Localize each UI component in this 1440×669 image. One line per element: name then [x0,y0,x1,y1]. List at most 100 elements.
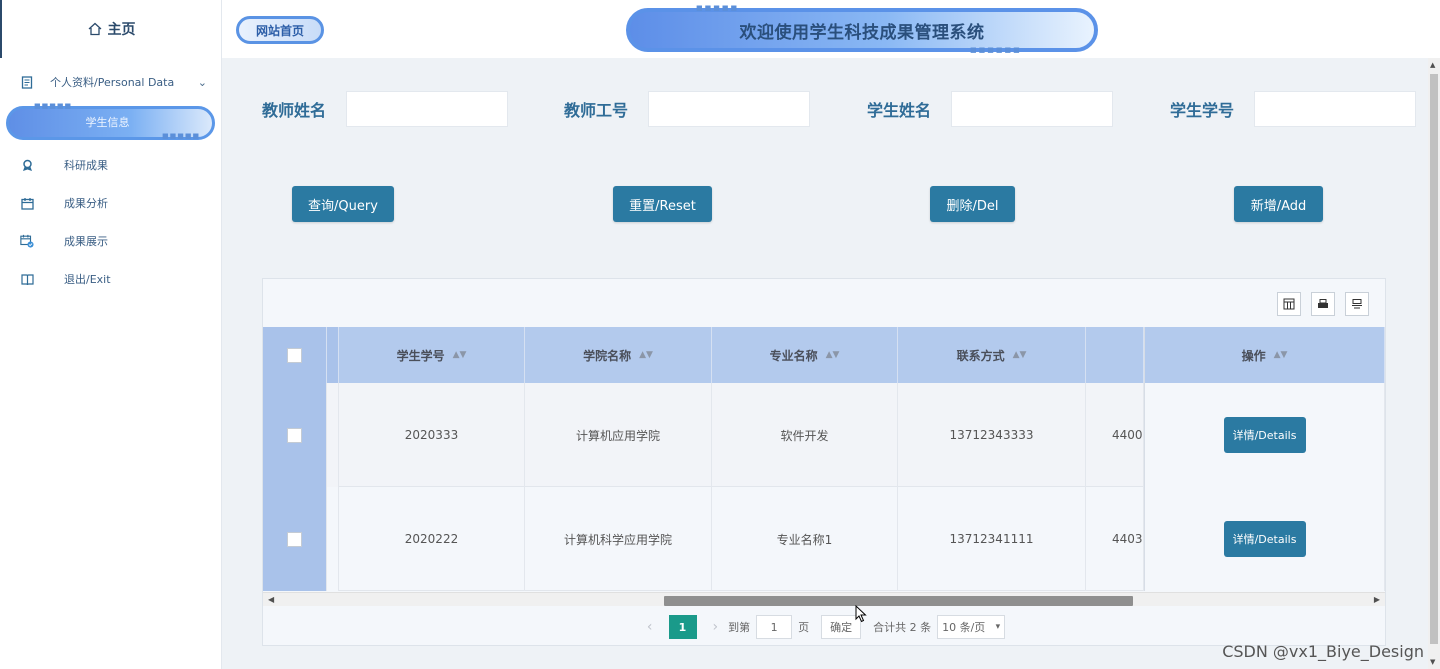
teacher-id-field: 教师工号 [564,91,810,127]
cell-major: 软件开发 [712,383,898,487]
chevron-down-icon: ▾ [995,622,1001,632]
student-name-label: 学生姓名 [867,101,932,120]
cell-operation: 详情/Details [1144,383,1385,487]
search-form: 教师姓名 教师工号 学生姓名 学生学号 [222,91,1440,127]
horizontal-scrollbar[interactable]: ◀ ▶ [263,592,1385,606]
header-student-id[interactable]: 学生学号 ▲▼ [339,327,525,383]
page-size-select[interactable]: 10 条/页 ▾ [937,615,1006,639]
scroll-up-icon[interactable]: ▲ [1430,61,1435,69]
row-select-cell [263,487,327,591]
mouse-cursor-icon [855,605,867,623]
page-unit: 页 [798,621,810,634]
sidebar-item-label: 成果分析 [64,197,108,210]
row-spacer [327,487,339,591]
topbar: 网站首页 ■■■■■ 欢迎使用学生科技成果管理系统 ■■■■■■ [222,0,1440,58]
teacher-name-field: 教师姓名 [262,91,508,127]
cell-student-id: 2020333 [339,383,525,487]
sort-icon: ▲▼ [1273,350,1288,360]
banner-dots-bottom: ■■■■■■ [970,46,1022,54]
teacher-id-label: 教师工号 [564,101,629,120]
sidebar-item-exit[interactable]: 退出/Exit [0,260,221,298]
header-college[interactable]: 学院名称 ▲▼ [525,327,712,383]
sidebar-home[interactable]: 主页 [0,0,221,58]
header-spacer [327,327,339,383]
cell-extra: 4400 [1086,383,1144,487]
vertical-scrollbar-thumb[interactable] [1430,74,1438,644]
query-button[interactable]: 查询/Query [292,186,394,222]
page-size-value: 10 条/页 [942,621,986,634]
calendar-check-icon [20,234,34,248]
sidebar-item-label: 学生信息 [85,116,130,129]
site-home-button[interactable]: 网站首页 [236,16,324,44]
scroll-left-icon[interactable]: ◀ [268,593,274,607]
cell-phone: 13712343333 [898,383,1086,487]
pagination: ‹ 1 › 到第 1 页 确定 合计共 2 条 10 条/页 ▾ [263,612,1385,642]
teacher-id-input[interactable] [648,91,810,127]
header-label: 学生学号 [396,348,445,363]
reset-button[interactable]: 重置/Reset [613,186,712,222]
header-operation[interactable]: 操作 ▲▼ [1144,327,1385,383]
sidebar: 主页 个人资料/Personal Data ⌄ ■■■■■ ■■■■■ 学生信息… [0,0,222,669]
cell-operation: 详情/Details [1144,487,1385,591]
student-id-input[interactable] [1254,91,1416,127]
cell-major: 专业名称1 [712,487,898,591]
add-button[interactable]: 新增/Add [1234,186,1323,222]
teacher-name-input[interactable] [346,91,508,127]
sidebar-item-personal-data[interactable]: 个人资料/Personal Data ⌄ [0,62,221,102]
student-name-field: 学生姓名 [867,91,1113,127]
row-select-cell [263,383,327,487]
scroll-right-icon[interactable]: ▶ [1374,593,1380,607]
watermark: CSDN @vx1_Biye_Design [1222,642,1424,661]
cell-extra: 4403 [1086,487,1144,591]
next-page-icon[interactable]: › [713,619,719,635]
sort-icon: ▲▼ [452,350,467,360]
delete-button[interactable]: 删除/Del [930,186,1015,222]
table-toolbar [1277,292,1369,316]
award-icon [20,158,34,172]
prev-page-icon[interactable]: ‹ [647,619,653,635]
student-id-field: 学生学号 [1170,91,1416,127]
vertical-scrollbar[interactable]: ▲ ▼ [1428,58,1440,669]
cell-college: 计算机应用学院 [525,383,712,487]
goto-label: 到第 [728,621,751,634]
select-all-checkbox[interactable] [287,347,302,363]
student-name-input[interactable] [951,91,1113,127]
sidebar-item-student-info[interactable]: ■■■■■ ■■■■■ 学生信息 [0,102,221,142]
page-title: 欢迎使用学生科技成果管理系统 [739,22,985,43]
sidebar-item-analysis[interactable]: 成果分析 [0,184,221,222]
header-banner: ■■■■■ 欢迎使用学生科技成果管理系统 ■■■■■■ [626,4,1098,54]
home-icon [88,22,102,36]
page-input[interactable]: 1 [756,615,793,639]
header-label: 操作 [1241,348,1266,363]
document-icon [20,75,34,89]
sidebar-item-showcase[interactable]: 成果展示 [0,222,221,260]
scrollbar-thumb[interactable] [664,596,1133,606]
sort-icon: ▲▼ [825,350,840,360]
row-checkbox[interactable] [287,531,302,547]
sidebar-item-label: 个人资料/Personal Data [50,76,175,89]
details-button[interactable]: 详情/Details [1223,417,1306,453]
print-icon[interactable] [1311,292,1335,316]
details-button[interactable]: 详情/Details [1223,521,1306,557]
sidebar-item-label: 科研成果 [64,159,108,172]
header-label: 联系方式 [956,348,1005,363]
sort-icon: ▲▼ [1012,350,1027,360]
cell-student-id: 2020222 [339,487,525,591]
scroll-down-icon[interactable]: ▼ [1430,658,1435,666]
header-extra [1086,327,1144,383]
student-id-label: 学生学号 [1170,101,1235,120]
table-row: 2020333 计算机应用学院 软件开发 13712343333 4400 详情… [263,383,1385,487]
header-phone[interactable]: 联系方式 ▲▼ [898,327,1086,383]
calendar-icon [20,196,34,210]
row-checkbox[interactable] [287,427,302,443]
book-icon [20,272,34,286]
page-number-current[interactable]: 1 [668,615,697,639]
sidebar-item-label: 成果展示 [64,235,108,248]
header-major[interactable]: 专业名称 ▲▼ [712,327,898,383]
columns-icon[interactable] [1277,292,1301,316]
banner-dots-top: ■■■■■ [696,4,740,12]
export-icon[interactable] [1345,292,1369,316]
header-label: 学院名称 [583,348,632,363]
pill-dots-bottom: ■■■■■ [162,132,201,140]
sidebar-item-research[interactable]: 科研成果 [0,146,221,184]
